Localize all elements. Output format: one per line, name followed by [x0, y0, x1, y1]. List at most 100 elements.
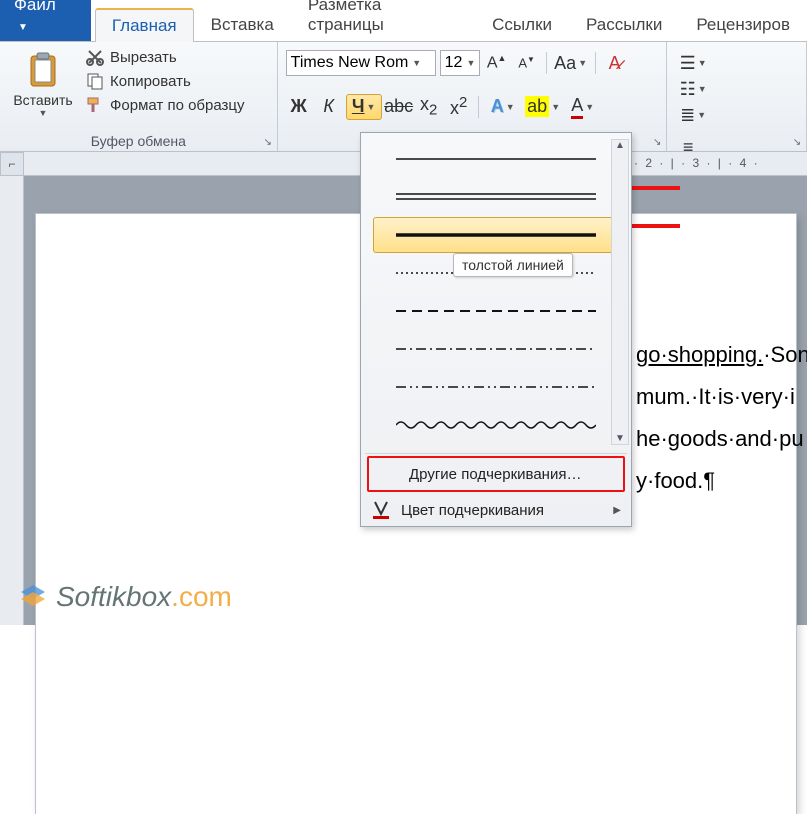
tab-bar: Файл ▼ Главная Вставка Разметка страницы… [0, 0, 807, 42]
group-launcher-icon[interactable]: ↘ [650, 135, 664, 149]
underline-color-label: Цвет подчеркивания [401, 502, 544, 519]
multilevel-button[interactable]: ≣▼ [675, 102, 711, 128]
scroll-up-icon[interactable]: ▲ [615, 140, 625, 151]
change-case-icon: Aa [554, 53, 576, 74]
scroll-down-icon[interactable]: ▼ [615, 433, 625, 444]
tab-home[interactable]: Главная [95, 8, 194, 42]
underline-style-dashed[interactable] [373, 293, 619, 329]
chevron-down-icon: ▼ [578, 58, 587, 68]
tooltip: толстой линией [453, 253, 573, 277]
strikethrough-button[interactable]: abc [386, 94, 412, 120]
eraser-icon: A̷ [609, 53, 621, 74]
chevron-down-icon: ▼ [585, 102, 594, 112]
group-launcher-icon[interactable]: ↘ [790, 135, 804, 149]
tab-mailings[interactable]: Рассылки [569, 8, 679, 41]
subscript-icon: x2 [420, 94, 437, 119]
format-painter-label: Формат по образцу [110, 97, 245, 114]
superscript-button[interactable]: x2 [446, 94, 472, 120]
font-size-combo[interactable]: 12 ▼ [440, 50, 480, 76]
blank-icon [379, 464, 399, 484]
underline-style-dash-dot-dot[interactable] [373, 369, 619, 405]
bold-icon: Ж [291, 96, 307, 117]
highlight-icon: ab [525, 96, 549, 117]
shrink-font-button[interactable]: A▼ [514, 50, 540, 76]
tab-label: Рецензиров [696, 15, 790, 34]
text: mum.·It·is·very·i [636, 384, 795, 409]
numbering-button[interactable]: ☷▼ [675, 76, 711, 102]
underline-style-wave[interactable] [373, 407, 619, 443]
watermark-text: .com [171, 581, 232, 612]
cut-label: Вырезать [110, 49, 177, 66]
vertical-ruler[interactable] [0, 176, 24, 625]
grow-font-button[interactable]: A▲ [484, 50, 510, 76]
highlight-button[interactable]: ab▼ [525, 94, 561, 120]
underline-style-double[interactable] [373, 179, 619, 215]
format-painter-button[interactable]: Формат по образцу [82, 94, 249, 116]
tab-review[interactable]: Рецензиров [679, 8, 807, 41]
underline-style-dotted[interactable]: толстой линией [373, 255, 619, 291]
more-underlines-label: Другие подчеркивания… [409, 466, 581, 483]
paste-button[interactable]: Вставить ▼ [8, 46, 78, 118]
watermark: Softikbox.com [18, 581, 232, 613]
bullets-button[interactable]: ☰▼ [675, 50, 711, 76]
chevron-down-icon: ▼ [698, 58, 707, 68]
subscript-button[interactable]: x2 [416, 94, 442, 120]
superscript-icon: x2 [450, 94, 467, 119]
chevron-down-icon: ▼ [39, 108, 48, 118]
ruler-corner[interactable]: ⌐ [0, 152, 24, 176]
text: ·Son [763, 342, 807, 367]
text-effects-button[interactable]: A▼ [485, 94, 521, 120]
tab-page-layout[interactable]: Разметка страницы [291, 0, 475, 41]
scissors-icon [86, 48, 104, 66]
italic-icon: К [323, 96, 334, 117]
file-tab[interactable]: Файл ▼ [0, 0, 91, 41]
underline-style-single[interactable] [373, 141, 619, 177]
underline-style-thick[interactable] [373, 217, 619, 253]
copy-label: Копировать [110, 73, 191, 90]
underline-icon: Ч [352, 96, 365, 117]
watermark-text: Softikbox [56, 581, 171, 612]
chevron-down-icon: ▼ [551, 102, 560, 112]
underline-color-icon [371, 500, 391, 520]
ruler-marks: · 2 · | · 3 · | · 4 · [634, 156, 760, 170]
more-underlines-item[interactable]: Другие подчеркивания… [367, 456, 625, 492]
chevron-down-icon: ▼ [367, 102, 376, 112]
change-case-button[interactable]: Aa▼ [553, 50, 589, 76]
text-effects-icon: A [491, 96, 504, 117]
font-size-value: 12 [445, 54, 463, 72]
copy-icon [86, 72, 104, 90]
font-color-button[interactable]: A▼ [565, 94, 601, 120]
tab-label: Главная [112, 16, 177, 35]
multilevel-icon: ≣ [680, 105, 695, 126]
italic-button[interactable]: К [316, 94, 342, 120]
text-underlined: go·shopping. [636, 342, 763, 367]
file-tab-label: Файл [14, 0, 56, 14]
group-launcher-icon[interactable]: ↘ [261, 135, 275, 149]
tab-label: Вставка [211, 15, 274, 34]
chevron-down-icon: ▼ [506, 102, 515, 112]
bullets-icon: ☰ [680, 53, 696, 74]
underline-style-list: толстой линией ▲ ▼ [361, 133, 631, 451]
chevron-down-icon: ▼ [18, 22, 28, 33]
document-text[interactable]: go·shopping.·Son mum.·It·is·very·i he·go… [636, 334, 807, 502]
dropdown-scrollbar[interactable]: ▲ ▼ [611, 139, 629, 445]
underline-dropdown: толстой линией ▲ ▼ Другие подчеркивания…… [360, 132, 632, 527]
bold-button[interactable]: Ж [286, 94, 312, 120]
paste-icon [23, 50, 63, 90]
tab-references[interactable]: Ссылки [475, 8, 569, 41]
font-name-combo[interactable]: Times New Rom ▼ [286, 50, 436, 76]
chevron-right-icon: ▶ [613, 505, 621, 516]
underline-button[interactable]: Ч▼ [346, 94, 382, 120]
cut-button[interactable]: Вырезать [82, 46, 249, 68]
tab-insert[interactable]: Вставка [194, 8, 291, 41]
font-name-value: Times New Rom [291, 54, 409, 72]
copy-button[interactable]: Копировать [82, 70, 249, 92]
chevron-down-icon: ▼ [697, 110, 706, 120]
underline-style-dash-dot[interactable] [373, 331, 619, 367]
group-clipboard: Вставить ▼ Вырезать Копировать Формат по… [0, 42, 278, 151]
chevron-down-icon: ▼ [466, 58, 475, 68]
chevron-down-icon: ▼ [698, 84, 707, 94]
underline-color-item[interactable]: Цвет подчеркивания ▶ [361, 494, 631, 526]
clear-formatting-button[interactable]: A̷ [602, 50, 628, 76]
numbering-icon: ☷ [680, 79, 696, 100]
